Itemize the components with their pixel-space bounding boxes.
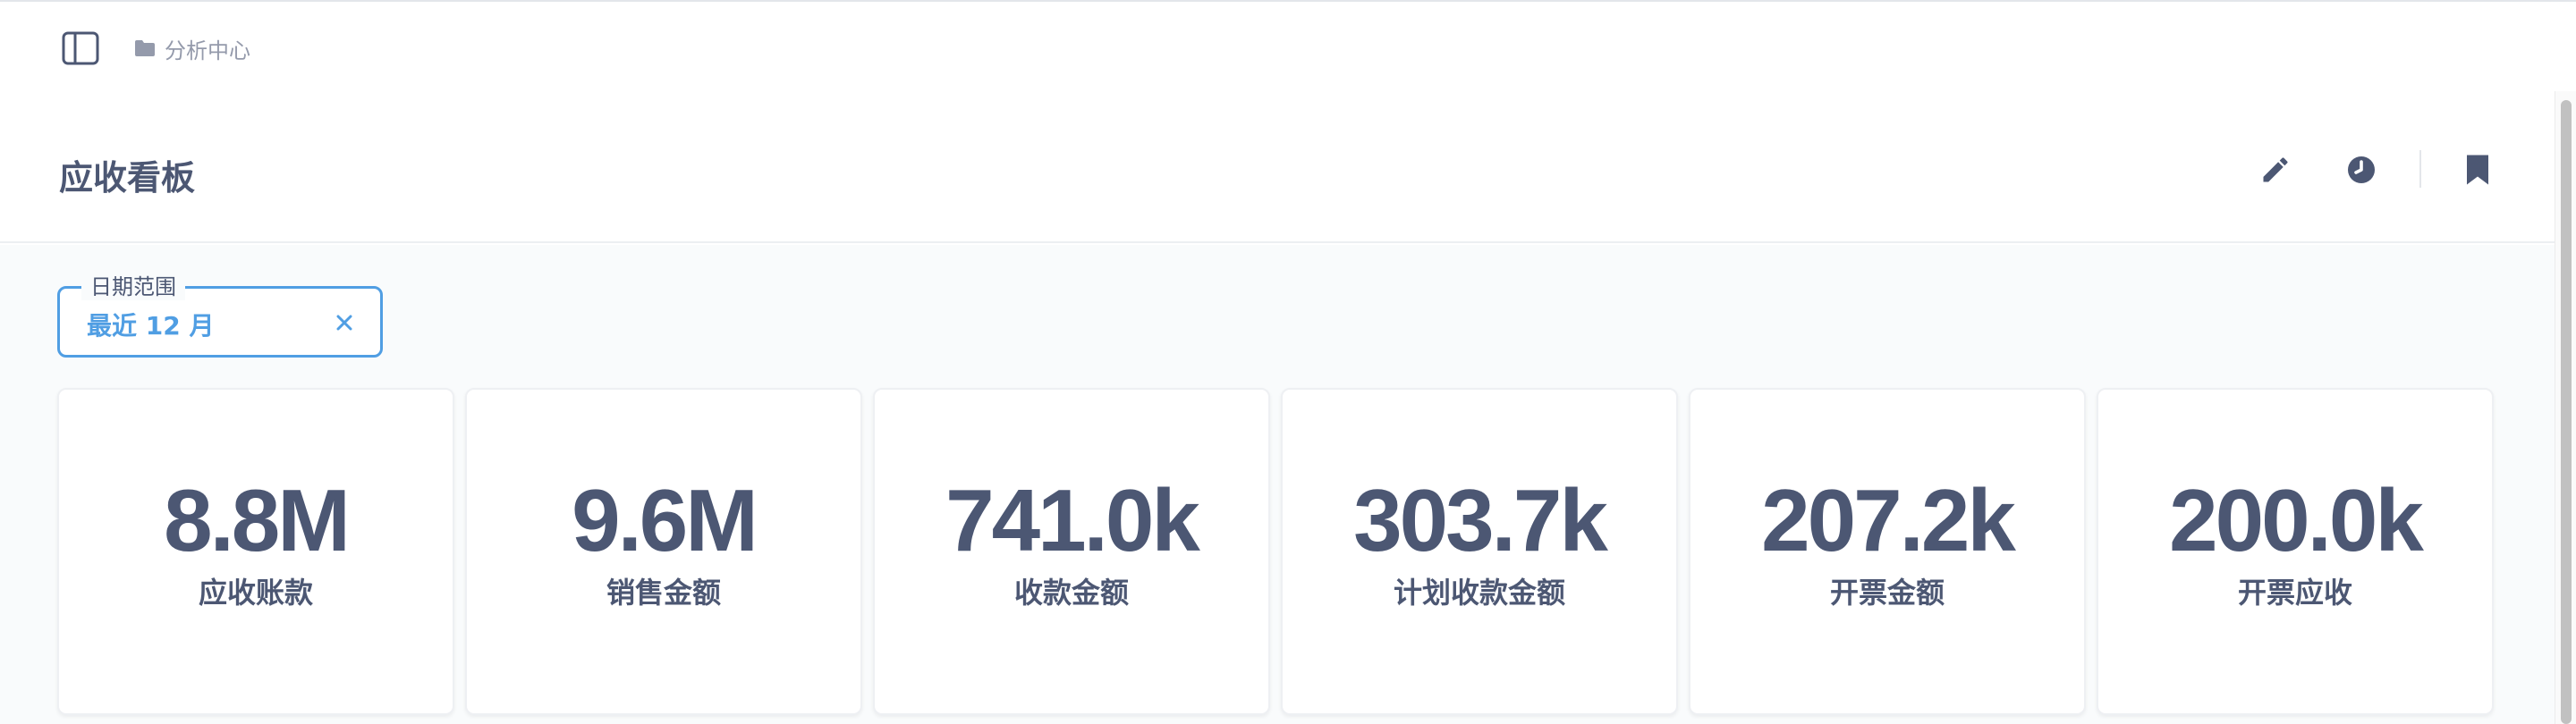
filter-value[interactable]: 最近 12 月 <box>87 307 214 342</box>
dashboard-header: 应收看板 <box>0 91 2555 243</box>
breadcrumb[interactable]: 分析中心 <box>134 32 250 64</box>
folder-icon <box>135 40 155 56</box>
top-navbar: 分析中心 <box>0 2 2576 91</box>
dashboard-body: 日期范围 最近 12 月 8.8M 应收账款 9.6M 销售金额 741.0k … <box>0 245 2555 724</box>
kpi-value: 303.7k <box>1353 471 1608 569</box>
header-divider <box>2419 150 2421 188</box>
pencil-icon <box>2263 157 2288 182</box>
kpi-label[interactable]: 开票金额 <box>1690 570 2084 611</box>
kpi-card-planned-collection[interactable]: 303.7k 计划收款金额 <box>1281 388 1678 715</box>
breadcrumb-collection[interactable]: 分析中心 <box>165 33 250 64</box>
kpi-card-receivables[interactable]: 8.8M 应收账款 <box>57 388 454 715</box>
kpi-card-sales-amount[interactable]: 9.6M 销售金额 <box>465 388 862 715</box>
kpi-value: 8.8M <box>164 471 351 569</box>
date-range-filter[interactable]: 日期范围 最近 12 月 <box>57 274 383 358</box>
kpi-value: 207.2k <box>1761 471 2016 569</box>
sidebar-toggle-icon <box>62 31 99 65</box>
scrollbar-thumb[interactable] <box>2561 100 2572 724</box>
kpi-value: 200.0k <box>2169 471 2424 569</box>
revision-history-button[interactable] <box>2342 150 2381 189</box>
filter-clear-button[interactable] <box>332 310 357 335</box>
kpi-card-invoiced-receivables[interactable]: 200.0k 开票应收 <box>2097 388 2494 715</box>
kpi-card-collected-amount[interactable]: 741.0k 收款金额 <box>873 388 1270 715</box>
kpi-label[interactable]: 应收账款 <box>59 570 453 611</box>
clock-icon <box>2348 156 2375 183</box>
sidebar-toggle-button[interactable] <box>61 29 100 68</box>
kpi-value: 741.0k <box>945 471 1200 569</box>
kpi-cards: 8.8M 应收账款 9.6M 销售金额 741.0k 收款金额 303.7k 计… <box>57 388 2494 715</box>
bookmark-button[interactable] <box>2458 150 2497 189</box>
close-icon <box>336 315 352 331</box>
edit-dashboard-button[interactable] <box>2256 150 2295 189</box>
kpi-label[interactable]: 销售金额 <box>467 570 860 611</box>
kpi-label[interactable]: 计划收款金额 <box>1283 570 1676 611</box>
page-scrollbar[interactable] <box>2555 91 2576 724</box>
kpi-card-invoiced-amount[interactable]: 207.2k 开票金额 <box>1689 388 2086 715</box>
bookmark-icon <box>2467 155 2488 185</box>
kpi-label[interactable]: 开票应收 <box>2098 570 2492 611</box>
kpi-value: 9.6M <box>572 471 758 569</box>
page-title: 应收看板 <box>59 158 196 198</box>
filter-label: 日期范围 <box>81 274 185 300</box>
kpi-label[interactable]: 收款金额 <box>875 570 1268 611</box>
